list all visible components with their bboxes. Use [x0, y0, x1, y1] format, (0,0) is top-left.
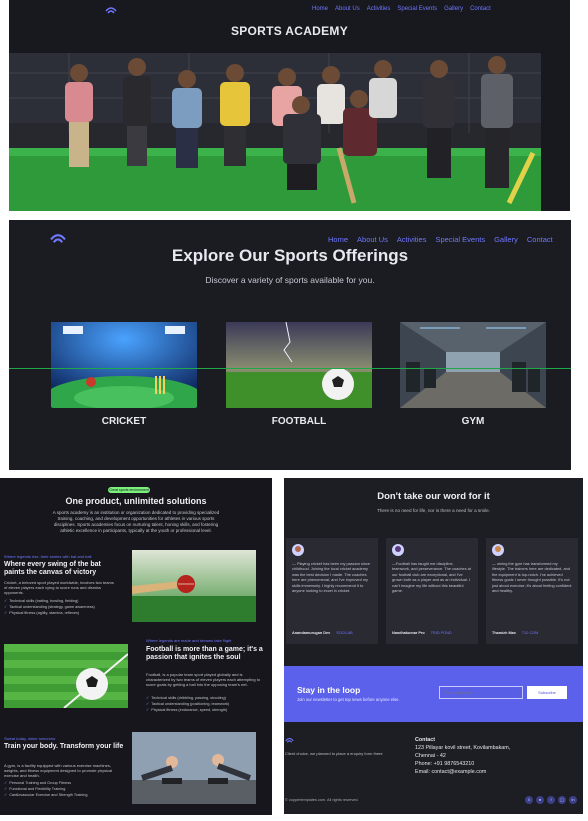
- footer-description: Client choice, we planned to place a enq…: [285, 751, 383, 756]
- testimonial-quote: — Playing cricket has been my passion si…: [292, 561, 371, 594]
- testimonial-card: — Playing cricket has been my passion si…: [286, 538, 378, 644]
- gym-desc: A gym, is a facility equipped with vario…: [4, 763, 113, 778]
- testimonial-author: Thamizh Max T10 COM: [492, 631, 538, 635]
- nav-gallery[interactable]: Gallery: [494, 235, 518, 244]
- nav-activities[interactable]: Activities: [397, 235, 427, 244]
- x-icon[interactable]: X: [525, 796, 533, 804]
- features-section: Great sports environment One product, un…: [0, 478, 272, 815]
- contact-title: Contact: [415, 737, 436, 743]
- offerings-subtitle: Discover a variety of sports available f…: [205, 275, 375, 285]
- cricket-desc: Cricket, a beloved sport played worldwid…: [4, 580, 114, 595]
- top-nav: Home About Us Activities Special Events …: [328, 235, 553, 244]
- football-heading: Football is more than a game; it's a pas…: [146, 646, 263, 661]
- nav-home[interactable]: Home: [312, 6, 328, 12]
- football-points: Technical skills (dribbling, passing, sh…: [146, 695, 229, 713]
- card-label-football[interactable]: FOOTBALL: [226, 416, 372, 427]
- instagram-icon[interactable]: ◯: [558, 796, 566, 804]
- cricket-points: Technical skills (batting, bowling, fiel…: [4, 598, 95, 616]
- copyright: © coppertemplates.com. All rights reserv…: [285, 798, 359, 802]
- testimonial-quote: —Football has taught me discipline, team…: [392, 561, 471, 594]
- author-name: Anandamurugan Dev: [292, 631, 331, 635]
- contact-email[interactable]: Email: contact@example.com: [415, 768, 510, 776]
- list-item: Cardiovascular Exercise and Strength Tra…: [4, 792, 87, 798]
- nav-contact[interactable]: Contact: [527, 235, 553, 244]
- nav-special-events[interactable]: Special Events: [435, 235, 485, 244]
- nav-gallery[interactable]: Gallery: [444, 6, 463, 12]
- list-item: Physical fitness (endurance, speed, stre…: [146, 707, 229, 713]
- testimonial-author: Anandamurugan Dev SOCILAB: [292, 631, 353, 635]
- newsletter-subtitle: Join our newsletter to get top news befo…: [297, 697, 400, 702]
- hero-section: Home About Us Activities Special Events …: [9, 0, 570, 211]
- divider-line: [9, 368, 571, 369]
- author-company[interactable]: SOCILAB: [336, 631, 352, 635]
- social-links: X ● f ◯ in: [525, 796, 577, 804]
- card-label-cricket[interactable]: CRICKET: [51, 416, 197, 427]
- facebook-icon[interactable]: f: [547, 796, 555, 804]
- testimonial-card: —Football has taught me discipline, team…: [386, 538, 478, 644]
- testimonials-subtitle: There is no need for life, nor is there …: [377, 508, 490, 513]
- author-name: Thamizh Max: [492, 631, 516, 635]
- list-item: Physical fitness (agility, stamina, refl…: [4, 610, 95, 616]
- avatar-icon: [392, 544, 404, 556]
- nav-activities[interactable]: Activities: [367, 6, 391, 12]
- nav-about[interactable]: About Us: [357, 235, 388, 244]
- nav-contact[interactable]: Contact: [470, 6, 491, 12]
- academy-logo-icon[interactable]: [285, 736, 294, 744]
- features-intro: A sports academy is an institution or or…: [52, 510, 220, 533]
- nav-special-events[interactable]: Special Events: [397, 6, 437, 12]
- testimonials-section: Don't take our word for it There is no n…: [284, 478, 583, 814]
- cricket-tag: Where legends rise, their stories with b…: [4, 554, 92, 559]
- testimonial-author: Nandhakumar Pro TRID POND: [392, 631, 452, 635]
- offerings-title: Explore Our Sports Offerings: [171, 246, 409, 265]
- author-company[interactable]: T10 COM: [522, 631, 538, 635]
- author-name: Nandhakumar Pro: [392, 631, 425, 635]
- gym-points: Personal Training and Group Fitness Func…: [4, 780, 87, 798]
- hero-group-photo: [9, 53, 541, 211]
- academy-logo-icon[interactable]: [105, 5, 117, 15]
- hero-title: SPORTS ACADEMY: [230, 24, 349, 38]
- gym-heading: Train your body. Transform your life: [4, 743, 124, 750]
- feature-badge: Great sports environment: [108, 487, 150, 493]
- email-input[interactable]: [439, 686, 523, 699]
- features-title: One product, unlimited solutions: [65, 496, 207, 506]
- subscribe-button[interactable]: Subscribe: [527, 686, 567, 699]
- football-desc: Football, is a popular team sport played…: [146, 672, 261, 687]
- newsletter-title: Stay in the loop: [297, 685, 361, 695]
- academy-logo-icon[interactable]: [49, 231, 67, 245]
- football-tag: Where legends are made and dreams take f…: [146, 638, 232, 643]
- top-nav: Home About Us Activities Special Events …: [312, 6, 491, 12]
- contact-address-line1: 123 Pillayar kovil street, Kovilambakam,: [415, 745, 511, 751]
- offerings-section: Home About Us Activities Special Events …: [9, 220, 571, 470]
- gym-tag: Sweat today, shine tomorrow: [4, 736, 56, 741]
- people-doing-pushups-image: [132, 732, 256, 804]
- gym-interior-image[interactable]: [400, 322, 546, 408]
- github-icon[interactable]: ●: [536, 796, 544, 804]
- cricket-stadium-image[interactable]: [51, 322, 197, 408]
- card-label-gym[interactable]: GYM: [400, 416, 546, 427]
- avatar-icon: [492, 544, 504, 556]
- testimonial-card: — oining the gym has transformed my life…: [486, 538, 578, 644]
- contact-phone[interactable]: Phone: +91 9876543210: [415, 760, 510, 768]
- author-company[interactable]: TRID POND: [431, 631, 452, 635]
- football-on-field-image: [4, 644, 128, 708]
- avatar-icon: [292, 544, 304, 556]
- testimonials-title: Don't take our word for it: [377, 491, 490, 502]
- nav-about[interactable]: About Us: [335, 6, 360, 12]
- cricket-heading: Where every swing of the bat paints the …: [4, 561, 101, 576]
- football-on-grass-image[interactable]: [226, 322, 372, 408]
- linkedin-icon[interactable]: in: [569, 796, 577, 804]
- testimonial-quote: — oining the gym has transformed my life…: [492, 561, 572, 594]
- newsletter-banner: Stay in the loop Join our newsletter to …: [284, 666, 583, 722]
- footer-contact: Contact 123 Pillayar kovil street, Kovil…: [415, 736, 510, 776]
- cricket-ball-and-bat-image: [132, 550, 256, 622]
- nav-home[interactable]: Home: [328, 235, 348, 244]
- contact-address-line2: Chennai - 42: [415, 753, 446, 759]
